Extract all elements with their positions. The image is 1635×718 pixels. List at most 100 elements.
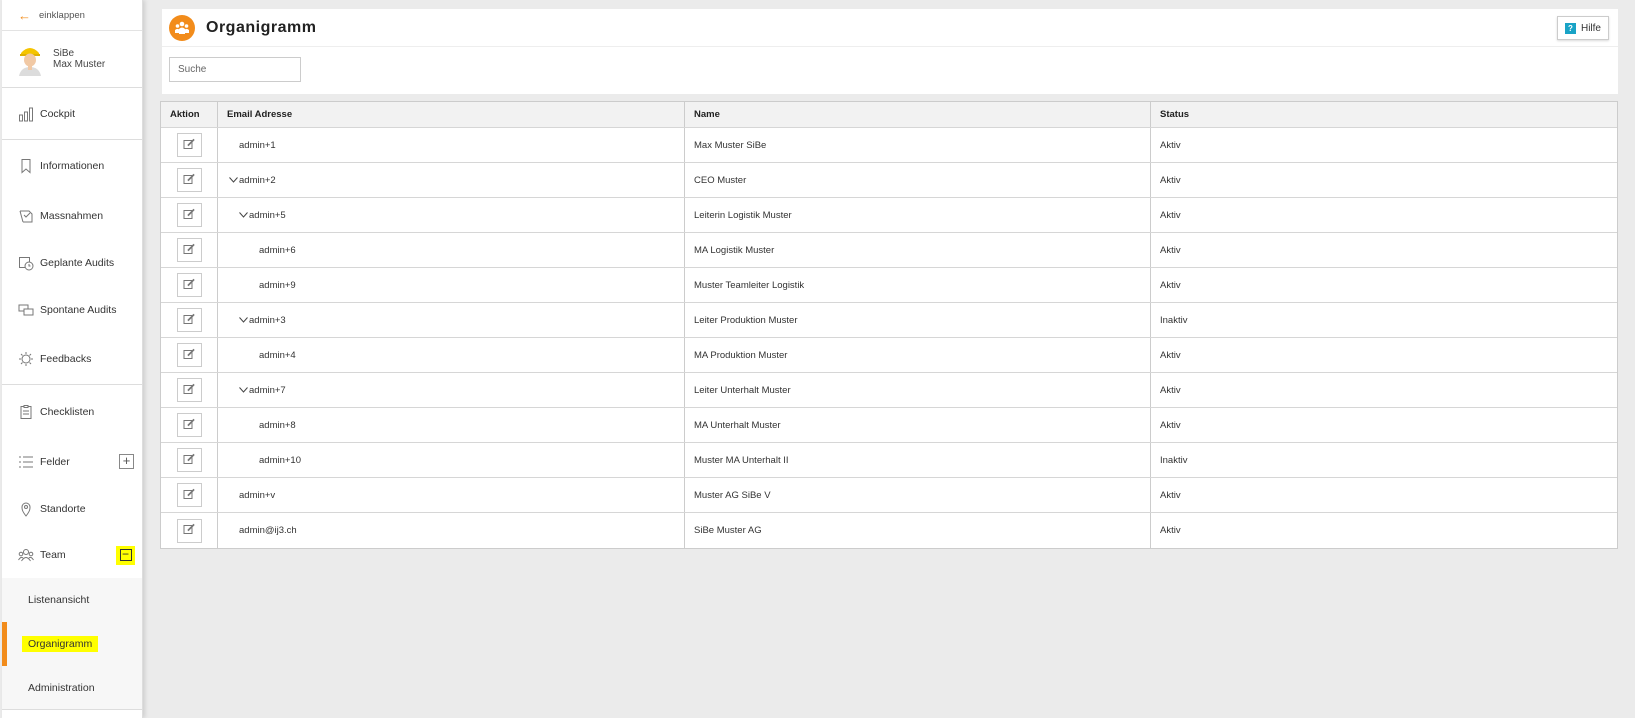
edit-icon (183, 313, 195, 328)
edit-icon (183, 523, 195, 538)
collapse-sidebar-button[interactable]: ← einklappen (2, 0, 142, 31)
location-icon (21, 502, 31, 517)
email-cell: admin+1 (239, 139, 276, 151)
edit-button[interactable] (176, 483, 202, 507)
edit-button[interactable] (176, 133, 202, 157)
status-cell: Aktiv (1160, 349, 1181, 361)
question-icon: ? (1564, 22, 1576, 34)
name-cell: Muster AG SiBe V (694, 489, 771, 501)
sidebar-item-standorte[interactable]: Standorte (2, 485, 142, 532)
status-cell: Aktiv (1160, 139, 1181, 151)
collapse-team-button[interactable]: − (116, 545, 135, 565)
chevron-down-icon[interactable] (227, 175, 239, 185)
status-cell: Aktiv (1160, 419, 1181, 431)
edit-icon (183, 488, 195, 503)
help-button[interactable]: ? Hilfe (1556, 16, 1609, 40)
email-cell: admin+9 (259, 279, 296, 291)
edit-button[interactable] (176, 448, 202, 472)
table-row: admin+9 Muster Teamleiter Logistik Aktiv (161, 268, 1617, 303)
table-row: admin+10 Muster MA Unterhalt II Inaktiv (161, 443, 1617, 478)
sidebar-subitem-administration[interactable]: Administration (2, 666, 142, 710)
edit-button[interactable] (176, 518, 202, 543)
edit-button[interactable] (176, 308, 202, 332)
status-cell: Inaktiv (1160, 314, 1188, 326)
table-header-row: Aktion Email Adresse Name Status (161, 102, 1617, 128)
column-header-email[interactable]: Email Adresse (218, 102, 685, 127)
sidebar-item-felder[interactable]: Felder + (2, 438, 142, 485)
edit-button[interactable] (176, 343, 202, 367)
name-cell: CEO Muster (694, 174, 747, 186)
sidebar-subitem-label: Listenansicht (28, 594, 90, 606)
chevron-down-icon[interactable] (237, 315, 249, 325)
sidebar-item-label: Feedbacks (40, 352, 92, 365)
sidebar-subitem-organigramm[interactable]: Organigramm (2, 622, 142, 666)
sidebar: ← einklappen SiBe Max Muster Cockpit Inf… (2, 0, 143, 718)
sidebar-item-label: Geplante Audits (40, 256, 115, 269)
bookmark-icon (21, 159, 31, 174)
edit-button[interactable] (176, 203, 202, 227)
avatar (19, 48, 41, 76)
sidebar-item-checklisten[interactable]: Checklisten (2, 385, 142, 438)
expand-felder-button[interactable]: + (119, 454, 134, 469)
status-cell: Aktiv (1160, 279, 1181, 291)
email-cell: admin+7 (249, 384, 286, 396)
edit-icon (183, 173, 195, 188)
feedback-icon (19, 351, 33, 366)
name-cell: Muster Teamleiter Logistik (694, 279, 805, 291)
email-cell: admin+8 (259, 419, 296, 431)
name-cell: MA Logistik Muster (694, 244, 775, 256)
name-cell: MA Unterhalt Muster (694, 419, 781, 431)
column-header-aktion[interactable]: Aktion (161, 102, 218, 127)
column-header-name[interactable]: Name (685, 102, 1151, 127)
email-cell: admin+6 (259, 244, 296, 256)
sidebar-subitem-listenansicht[interactable]: Listenansicht (2, 578, 142, 622)
column-header-status[interactable]: Status (1151, 102, 1617, 127)
sidebar-item-massnahmen[interactable]: Massnahmen (2, 192, 142, 239)
chevron-down-icon[interactable] (237, 385, 249, 395)
sidebar-item-label: Spontane Audits (40, 303, 117, 316)
edit-button[interactable] (176, 273, 202, 297)
status-cell: Aktiv (1160, 489, 1181, 501)
table-row: admin@ij3.ch SiBe Muster AG Aktiv (161, 513, 1617, 548)
chart-icon (19, 107, 33, 121)
sidebar-item-label: Felder (40, 455, 70, 468)
edit-button[interactable] (176, 413, 202, 437)
sidebar-item-cockpit[interactable]: Cockpit (2, 88, 142, 140)
sidebar-item-informationen[interactable]: Informationen (2, 140, 142, 192)
user-profile[interactable]: SiBe Max Muster (2, 31, 142, 88)
sidebar-item-label: Informationen (40, 160, 105, 172)
table-row: admin+7 Leiter Unterhalt Muster Aktiv (161, 373, 1617, 408)
checklist-icon (19, 210, 33, 222)
edit-button[interactable] (176, 378, 202, 402)
minus-icon: − (119, 548, 132, 561)
edit-icon (183, 418, 195, 433)
table-row: admin+5 Leiterin Logistik Muster Aktiv (161, 198, 1617, 233)
sidebar-item-spontane-audits[interactable]: Spontane Audits (2, 286, 142, 333)
edit-icon (183, 383, 195, 398)
edit-icon (183, 278, 195, 293)
name-cell: Leiter Unterhalt Muster (694, 384, 791, 396)
email-cell: admin+4 (259, 349, 296, 361)
organigram-table: Aktion Email Adresse Name Status admin+1… (160, 101, 1618, 549)
sidebar-item-geplante-audits[interactable]: Geplante Audits (2, 239, 142, 286)
team-icon (18, 549, 34, 562)
email-cell: admin+v (239, 489, 276, 501)
edit-button[interactable] (176, 238, 202, 262)
sidebar-item-label: Team (40, 549, 66, 561)
name-cell: MA Produktion Muster (694, 349, 788, 361)
user-name: Max Muster (53, 59, 106, 70)
status-cell: Aktiv (1160, 525, 1181, 536)
sidebar-item-label: Massnahmen (40, 209, 104, 222)
edit-button[interactable] (176, 168, 202, 192)
search-input[interactable] (169, 57, 301, 82)
edit-icon (183, 348, 195, 363)
user-role: SiBe (53, 48, 75, 59)
sidebar-item-feedbacks[interactable]: Feedbacks (2, 333, 142, 385)
table-row: admin+6 MA Logistik Muster Aktiv (161, 233, 1617, 268)
sidebar-item-label: Checklisten (40, 405, 95, 418)
chevron-down-icon[interactable] (237, 210, 249, 220)
sidebar-item-team[interactable]: Team − (2, 532, 142, 578)
name-cell: Muster MA Unterhalt II (694, 454, 789, 466)
calendar-clock-icon (19, 256, 34, 270)
email-cell: admin@ij3.ch (239, 525, 297, 536)
